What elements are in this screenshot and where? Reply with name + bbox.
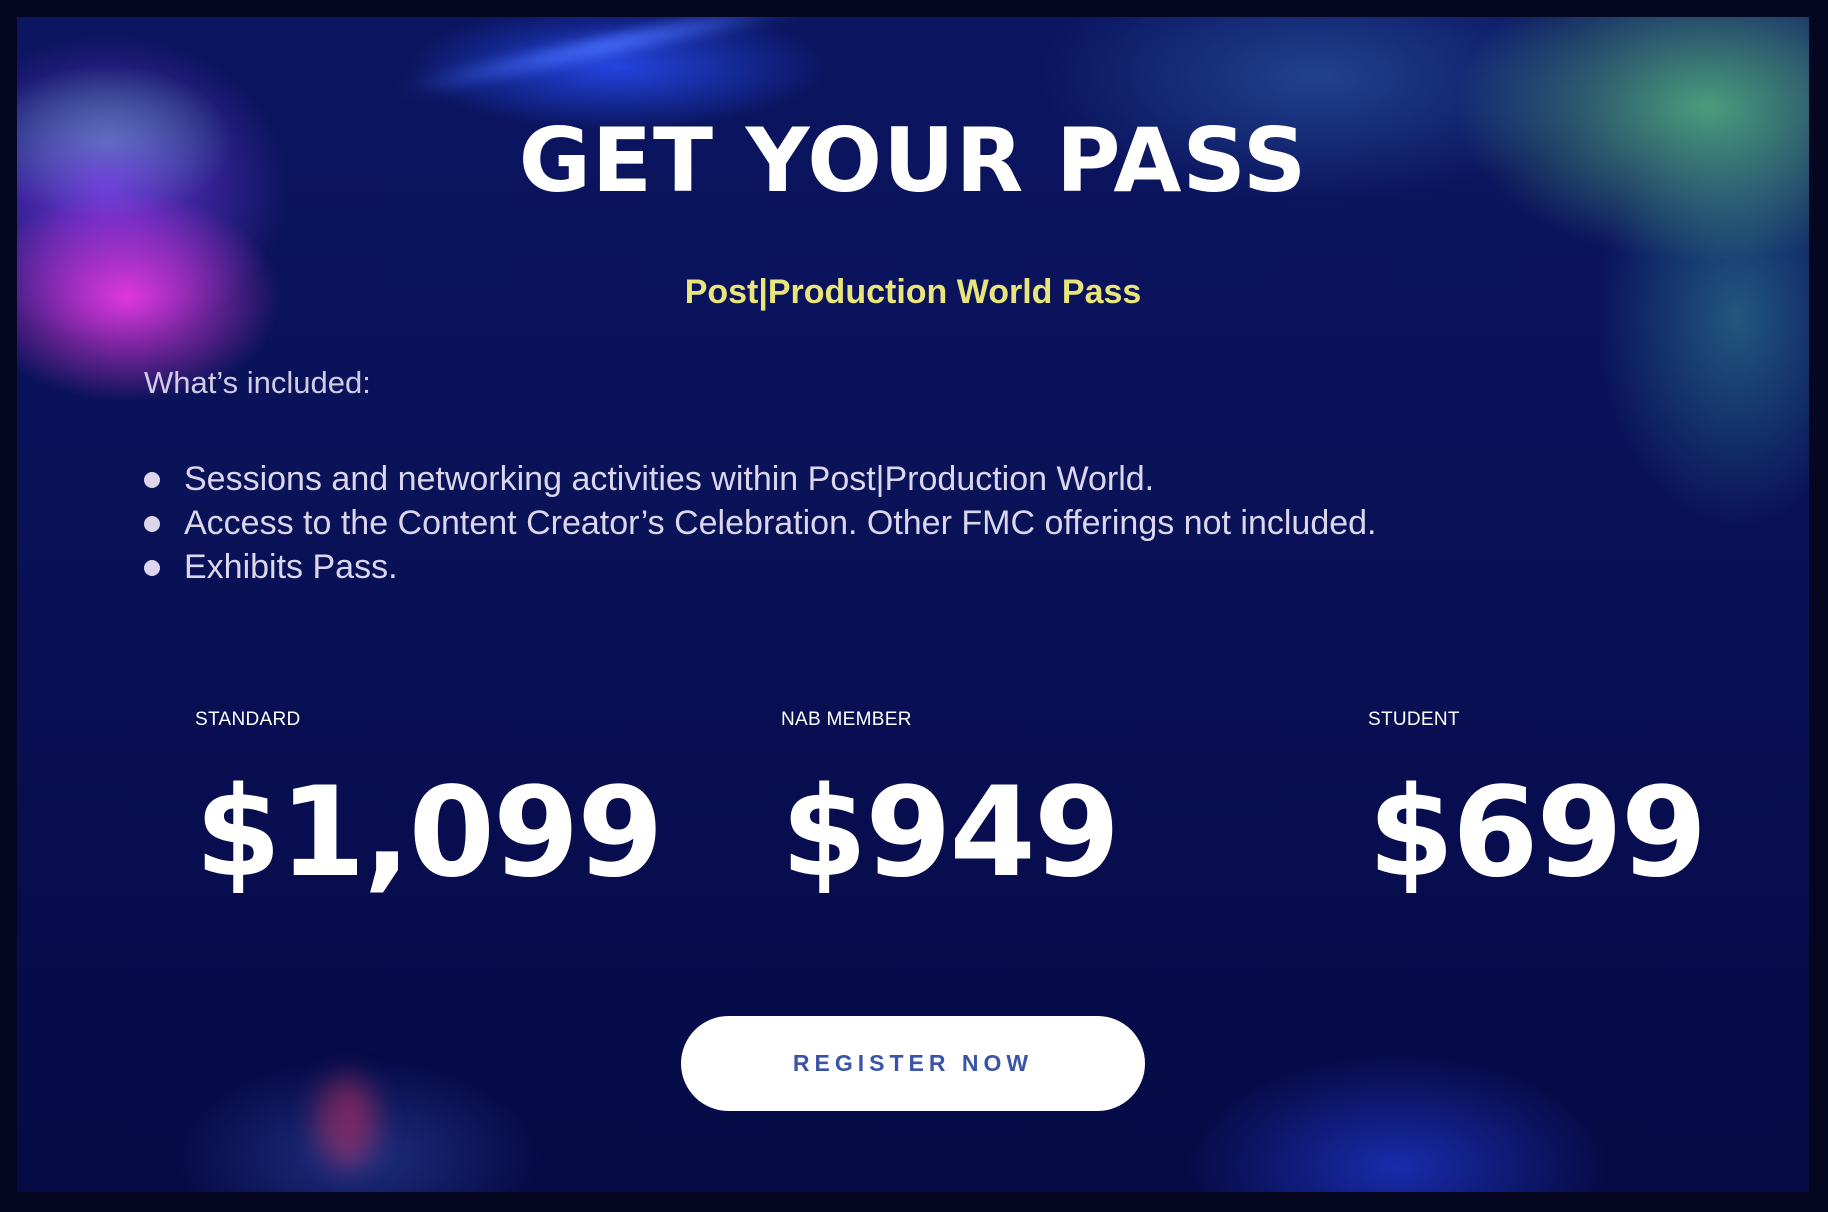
tier-label: NAB MEMBER xyxy=(781,709,912,730)
pricing-tier-standard: STANDARD $1,099 xyxy=(195,709,664,905)
tier-price: $699 xyxy=(1368,761,1707,905)
register-now-button[interactable]: REGISTER NOW xyxy=(681,1016,1145,1111)
page-title: GET YOUR PASS xyxy=(518,109,1308,212)
list-item-text: Sessions and networking activities withi… xyxy=(184,460,1155,498)
pricing-tier-student: STUDENT $699 xyxy=(1368,709,1707,905)
bullet-icon xyxy=(144,560,160,576)
list-item: Sessions and networking activities withi… xyxy=(144,457,1377,501)
page-frame: GET YOUR PASS Post|Production World Pass… xyxy=(0,0,1828,1212)
register-button-label: REGISTER NOW xyxy=(792,1050,1034,1076)
included-label: What’s included: xyxy=(144,365,371,400)
list-item: Access to the Content Creator’s Celebrat… xyxy=(144,501,1377,545)
included-list: Sessions and networking activities withi… xyxy=(144,457,1377,589)
tier-label: STUDENT xyxy=(1368,709,1460,730)
background-light-streak xyxy=(399,17,815,99)
pricing-tier-nab-member: NAB MEMBER $949 xyxy=(781,709,1120,905)
tier-label: STANDARD xyxy=(195,709,301,730)
tier-price: $1,099 xyxy=(195,761,664,905)
pass-name: Post|Production World Pass xyxy=(684,273,1142,311)
bullet-icon xyxy=(144,472,160,488)
tier-price: $949 xyxy=(781,761,1120,905)
background-light-blob xyxy=(317,1077,377,1167)
list-item-text: Exhibits Pass. xyxy=(184,548,398,586)
bullet-icon xyxy=(144,516,160,532)
list-item: Exhibits Pass. xyxy=(144,545,1377,589)
list-item-text: Access to the Content Creator’s Celebrat… xyxy=(184,504,1377,542)
pass-section: GET YOUR PASS Post|Production World Pass… xyxy=(17,17,1809,1192)
